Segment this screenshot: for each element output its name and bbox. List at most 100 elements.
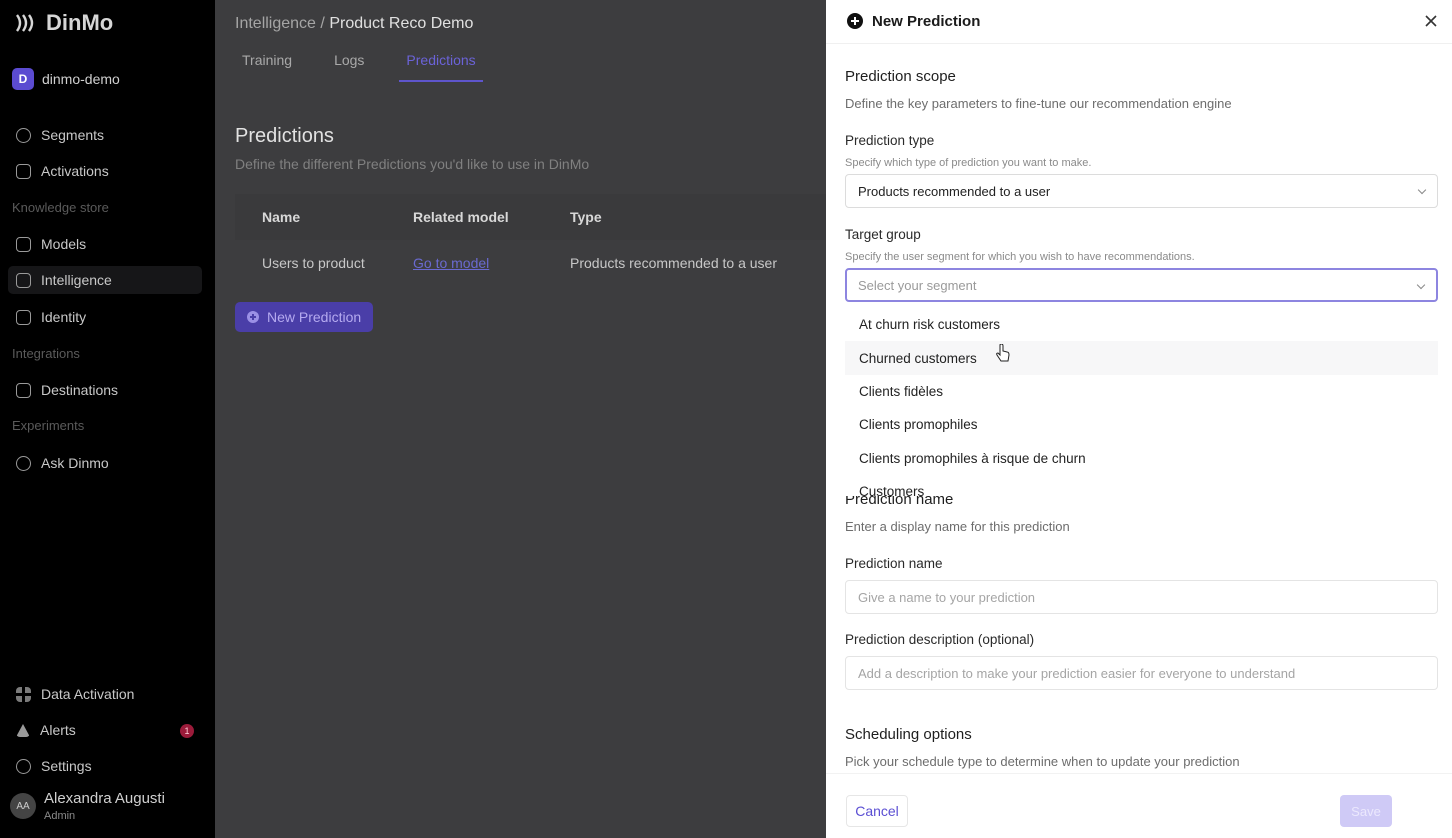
segment-dropdown-list: At churn risk customers Churned customer… xyxy=(845,308,1438,496)
sidebar-item-settings[interactable]: Settings xyxy=(8,752,202,780)
page-subtitle: Define the different Predictions you'd l… xyxy=(235,156,590,172)
panel-header: New Prediction xyxy=(826,0,1452,44)
chevron-down-icon xyxy=(1416,280,1426,290)
predictions-table: Name Related model Type Users to product… xyxy=(235,194,835,286)
dinmo-logo-icon xyxy=(16,14,34,32)
grid-icon xyxy=(16,686,31,702)
avatar: AA xyxy=(10,793,36,819)
main-content: Intelligence / Product Reco Demo Trainin… xyxy=(215,0,835,838)
sidebar-item-data-activation[interactable]: Data Activation xyxy=(8,680,202,708)
sidebar-item-destinations[interactable]: Destinations xyxy=(8,376,202,404)
breadcrumb-root[interactable]: Intelligence xyxy=(235,15,316,32)
pointer-cursor-icon xyxy=(996,344,1010,362)
prediction-name-input[interactable]: Give a name to your prediction xyxy=(845,580,1438,614)
segment-option[interactable]: Clients promophiles xyxy=(845,408,1438,441)
sidebar-item-label: Alerts xyxy=(40,722,76,738)
cell-type: Products recommended to a user xyxy=(570,255,777,271)
chat-icon xyxy=(16,455,31,471)
gear-icon xyxy=(16,758,31,774)
page-title: Predictions xyxy=(235,125,334,147)
segment-option[interactable]: Clients promophiles à risque de churn xyxy=(845,442,1438,475)
sidebar-item-ask-dinmo[interactable]: Ask Dinmo xyxy=(8,449,202,477)
identity-icon xyxy=(16,309,31,325)
table-header: Name Related model Type xyxy=(235,194,835,240)
sidebar-item-activations[interactable]: Activations xyxy=(8,157,202,185)
sidebar-item-label: Ask Dinmo xyxy=(41,455,109,471)
sidebar-item-label: Data Activation xyxy=(41,686,135,702)
prediction-description-label: Prediction description (optional) xyxy=(845,632,1035,647)
scope-description: Define the key parameters to fine-tune o… xyxy=(845,96,1232,111)
segments-icon xyxy=(16,127,31,143)
cancel-button[interactable]: Cancel xyxy=(846,795,908,827)
user-name: Alexandra Augusti xyxy=(44,790,165,807)
external-link-icon xyxy=(16,382,31,398)
workspace-name: dinmo-demo xyxy=(42,71,120,87)
activations-icon xyxy=(16,163,31,179)
section-integrations: Integrations xyxy=(12,346,80,361)
section-knowledge-store: Knowledge store xyxy=(12,200,109,215)
user-role: Admin xyxy=(44,810,76,822)
segment-option[interactable]: Clients fidèles xyxy=(845,375,1438,408)
brand-name: DinMo xyxy=(46,10,114,35)
prediction-type-help: Specify which type of prediction you wan… xyxy=(845,157,1092,169)
brand-logo[interactable]: DinMo xyxy=(14,10,113,36)
section-experiments: Experiments xyxy=(12,418,85,433)
tab-predictions[interactable]: Predictions xyxy=(399,52,483,82)
new-prediction-label: New Prediction xyxy=(267,309,362,325)
target-group-help: Specify the user segment for which you w… xyxy=(845,251,1195,263)
sidebar-item-label: Models xyxy=(41,236,87,252)
scheduling-title: Scheduling options xyxy=(845,726,972,743)
scheduling-description: Pick your schedule type to determine whe… xyxy=(845,754,1240,769)
segment-option[interactable]: Churned customers xyxy=(845,341,1438,375)
name-section-description: Enter a display name for this prediction xyxy=(845,519,1070,534)
sidebar-item-label: Identity xyxy=(41,309,87,325)
sidebar-item-identity[interactable]: Identity xyxy=(8,303,202,331)
sidebar-item-label: Destinations xyxy=(41,382,119,398)
tab-training[interactable]: Training xyxy=(235,52,299,82)
close-icon[interactable] xyxy=(1423,13,1439,29)
go-to-model-link[interactable]: Go to model xyxy=(413,255,489,271)
new-prediction-panel: New Prediction Prediction scope Define t… xyxy=(826,0,1452,838)
sidebar: DinMo D dinmo-demo Segments Activations … xyxy=(0,0,215,838)
target-group-placeholder: Select your segment xyxy=(858,277,977,293)
chevron-down-icon xyxy=(1417,185,1427,195)
sidebar-item-segments[interactable]: Segments xyxy=(8,121,202,149)
user-profile[interactable]: AA Alexandra Augusti Admin xyxy=(10,790,165,822)
column-header-type: Type xyxy=(570,209,602,225)
segment-option[interactable]: Customers xyxy=(845,475,1438,496)
sidebar-item-label: Activations xyxy=(41,163,109,179)
prediction-description-input[interactable]: Add a description to make your predictio… xyxy=(845,656,1438,690)
save-button[interactable]: Save xyxy=(1340,795,1392,827)
breadcrumb-separator: / xyxy=(320,15,325,32)
target-group-select[interactable]: Select your segment xyxy=(845,268,1438,302)
breadcrumb: Intelligence / Product Reco Demo xyxy=(235,15,473,33)
prediction-type-label: Prediction type xyxy=(845,133,935,148)
plus-circle-icon xyxy=(247,311,259,323)
intelligence-icon xyxy=(16,272,31,288)
sidebar-item-alerts[interactable]: Alerts xyxy=(8,716,202,744)
column-header-name: Name xyxy=(262,209,301,225)
scope-title: Prediction scope xyxy=(845,68,956,85)
sidebar-item-label: Settings xyxy=(41,758,92,774)
panel-title: New Prediction xyxy=(872,13,981,30)
sidebar-item-models[interactable]: Models xyxy=(8,230,202,258)
workspace-badge: D xyxy=(12,68,34,90)
table-row[interactable]: Users to product Go to model Products re… xyxy=(235,240,835,286)
column-header-model: Related model xyxy=(413,209,509,225)
plus-circle-icon xyxy=(847,13,863,29)
segment-option[interactable]: At churn risk customers xyxy=(845,308,1438,341)
tab-bar: Training Logs Predictions xyxy=(235,52,511,82)
workspace-switcher[interactable]: D dinmo-demo xyxy=(12,68,120,90)
warning-icon xyxy=(16,723,30,737)
cell-name: Users to product xyxy=(262,255,365,271)
new-prediction-button[interactable]: New Prediction xyxy=(235,302,373,332)
prediction-type-value: Products recommended to a user xyxy=(858,183,1051,199)
alerts-count-badge: 1 xyxy=(180,724,194,738)
breadcrumb-current: Product Reco Demo xyxy=(329,15,474,32)
prediction-type-select[interactable]: Products recommended to a user xyxy=(845,174,1438,208)
tab-logs[interactable]: Logs xyxy=(327,52,371,82)
target-group-label: Target group xyxy=(845,227,921,242)
sidebar-item-intelligence[interactable]: Intelligence xyxy=(8,266,202,294)
prediction-name-label: Prediction name xyxy=(845,556,943,571)
sidebar-item-label: Intelligence xyxy=(41,272,112,288)
